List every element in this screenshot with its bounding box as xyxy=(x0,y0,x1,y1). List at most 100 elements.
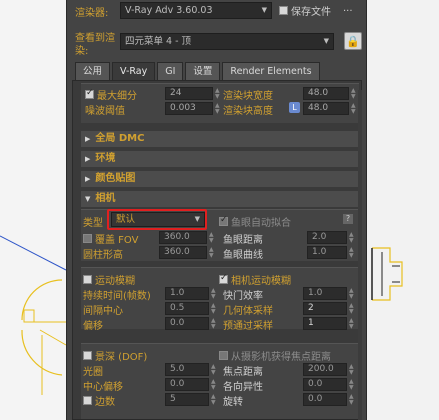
viewport-right-edge xyxy=(367,0,439,420)
spinner-icon[interactable]: ▲ ▼ xyxy=(349,303,354,315)
view-label-line2: 染: xyxy=(75,46,89,57)
panel-scrollbar[interactable] xyxy=(358,90,362,420)
bucket-width-label: 渲染块宽度 xyxy=(223,91,273,102)
override-fov-checkbox[interactable] xyxy=(83,234,92,243)
camera-type-label: 类型 xyxy=(83,218,103,229)
aperture-field[interactable]: 5.0 xyxy=(165,363,209,376)
fisheye-curve-field[interactable]: 1.0 xyxy=(307,246,347,259)
from-camera-label: 从摄影机获得焦点距离 xyxy=(231,352,331,363)
spinner-icon[interactable]: ▲ ▼ xyxy=(211,288,216,300)
noise-threshold-field[interactable]: 0.003 xyxy=(165,102,213,115)
spinner-icon[interactable]: ▲ ▼ xyxy=(349,318,354,330)
lock-view-button[interactable]: 🔒 xyxy=(344,32,362,50)
from-camera-row: 从摄影机获得焦点距离 xyxy=(219,348,331,363)
anisotropy-field[interactable]: 0.0 xyxy=(303,378,347,391)
view-dropdown-value: 四元菜单 4 - 顶 xyxy=(125,36,192,47)
fisheye-dist-field[interactable]: 2.0 xyxy=(307,231,347,244)
bucket-width-field[interactable]: 48.0 xyxy=(303,87,349,100)
renderer-dropdown[interactable]: V-Ray Adv 3.60.03 ▼ xyxy=(120,2,272,19)
spinner-icon[interactable]: ▲ ▼ xyxy=(349,394,354,406)
spinner-icon[interactable]: ▲ ▼ xyxy=(209,232,214,244)
sides-label: 边数 xyxy=(95,397,115,408)
spinner-icon[interactable]: ▲ ▼ xyxy=(211,379,216,391)
chevron-down-icon: ▼ xyxy=(261,6,267,14)
save-file-label: 保存文件 xyxy=(291,7,331,18)
camera-mb-label: 相机运动模糊 xyxy=(231,276,291,287)
render-tabs: 公用 V-Ray GI 设置 Render Elements xyxy=(75,62,322,80)
cylinder-height-field[interactable]: 360.0 xyxy=(159,246,207,259)
spinner-icon[interactable]: ▲ ▼ xyxy=(211,318,216,330)
tab-common[interactable]: 公用 xyxy=(75,62,111,80)
max-subdiv-field[interactable]: 24 xyxy=(165,87,213,100)
center-bias-field[interactable]: 0.0 xyxy=(165,378,209,391)
tab-render-elements[interactable]: Render Elements xyxy=(222,62,320,80)
camera-mb-checkbox[interactable] xyxy=(219,273,228,284)
sides-field[interactable]: 5 xyxy=(165,393,209,406)
bucket-height-field[interactable]: 48.0 xyxy=(303,102,349,115)
sides-row: 边数 xyxy=(83,393,115,408)
spinner-icon[interactable]: ▲ ▼ xyxy=(215,103,220,115)
camera-mb-row: 相机运动模糊 xyxy=(219,272,291,287)
dof-checkbox[interactable] xyxy=(83,351,92,360)
focus-dist-field[interactable]: 200.0 xyxy=(303,363,347,376)
spinner-icon[interactable]: ▲ ▼ xyxy=(349,288,354,300)
spinner-icon[interactable]: ▲ ▼ xyxy=(349,379,354,391)
fisheye-dist-label: 鱼眼距离 xyxy=(223,235,263,246)
help-button[interactable]: ? xyxy=(343,214,353,224)
spinner-icon[interactable]: ▲ ▼ xyxy=(211,364,216,376)
viewport-left-edge xyxy=(0,0,66,420)
motion-blur-panel: 运动模糊 持续时间(帧数) 1.0 ▲ ▼ 间隔中心 0.5 ▲ ▼ 偏移 0.0 … xyxy=(81,267,359,332)
spinner-icon[interactable]: ▲ ▼ xyxy=(215,88,220,100)
max-subdiv-row: 最大细分 xyxy=(85,87,137,102)
geom-samples-field[interactable]: 2 xyxy=(303,302,347,315)
render-setup-panel: 渲染器: V-Ray Adv 3.60.03 ▼ 保存文件 ... 查看到渲 染… xyxy=(66,0,367,420)
auto-fit-checkbox[interactable] xyxy=(219,215,228,226)
collapse-icon: ▼ xyxy=(85,195,91,203)
from-camera-checkbox[interactable] xyxy=(219,351,228,360)
spinner-icon[interactable]: ▲ ▼ xyxy=(351,103,356,115)
lock-bucket-button[interactable]: L xyxy=(289,102,300,113)
sides-checkbox[interactable] xyxy=(83,396,92,405)
motion-blur-checkbox[interactable] xyxy=(83,275,92,284)
center-bias-label: 中心偏移 xyxy=(83,382,123,393)
override-fov-row: 覆盖 FOV xyxy=(83,231,138,246)
save-file-checkbox-box[interactable] xyxy=(279,6,288,15)
spinner-icon[interactable]: ▲ ▼ xyxy=(349,232,354,244)
dof-panel: 景深 (DOF) 从摄影机获得焦点距离 光圈 5.0 ▲ ▼ 中心偏移 0.0 ▲… xyxy=(81,343,359,419)
geom-samples-label: 几何体采样 xyxy=(223,306,273,317)
spinner-icon[interactable]: ▲ ▼ xyxy=(211,303,216,315)
override-fov-field[interactable]: 360.0 xyxy=(159,231,207,244)
tab-gi[interactable]: GI xyxy=(157,62,184,80)
bias-field[interactable]: 0.0 xyxy=(165,317,209,330)
section-color-mapping[interactable]: ▶ 颜色贴图 xyxy=(81,171,359,187)
spinner-icon[interactable]: ▲ ▼ xyxy=(349,247,354,259)
section-camera-title: 相机 xyxy=(95,193,116,204)
auto-fit-row: 鱼眼自动拟合 xyxy=(219,214,291,229)
spinner-icon[interactable]: ▲ ▼ xyxy=(349,364,354,376)
aperture-label: 光圈 xyxy=(83,367,103,378)
section-camera[interactable]: ▼ 相机 xyxy=(81,191,359,207)
prepass-samples-field[interactable]: 1 xyxy=(303,317,347,330)
duration-field[interactable]: 1.0 xyxy=(165,287,209,300)
spinner-icon[interactable]: ▲ ▼ xyxy=(209,247,214,259)
shutter-eff-field[interactable]: 1.0 xyxy=(303,287,347,300)
bucket-height-label: 渲染块高度 xyxy=(223,106,273,117)
interval-center-field[interactable]: 0.5 xyxy=(165,302,209,315)
tab-settings[interactable]: 设置 xyxy=(185,62,221,80)
rotation-field[interactable]: 0.0 xyxy=(303,393,347,406)
more-button[interactable]: ... xyxy=(343,3,353,14)
tab-vray[interactable]: V-Ray xyxy=(112,62,156,80)
save-file-checkbox[interactable]: 保存文件 xyxy=(279,3,331,18)
fisheye-curve-label: 鱼眼曲线 xyxy=(223,250,263,261)
section-global-dmc-title: 全局 DMC xyxy=(95,133,145,144)
spinner-icon[interactable]: ▲ ▼ xyxy=(351,88,356,100)
rotation-label: 旋转 xyxy=(223,397,243,408)
spinner-icon[interactable]: ▲ ▼ xyxy=(211,394,216,406)
view-dropdown[interactable]: 四元菜单 4 - 顶 ▼ xyxy=(120,33,334,50)
expand-icon: ▶ xyxy=(85,155,91,163)
anisotropy-label: 各向异性 xyxy=(223,382,263,393)
section-global-dmc[interactable]: ▶ 全局 DMC xyxy=(81,131,359,147)
section-environment-title: 环境 xyxy=(95,153,116,164)
section-environment[interactable]: ▶ 环境 xyxy=(81,151,359,167)
max-subdiv-checkbox[interactable] xyxy=(85,88,94,99)
